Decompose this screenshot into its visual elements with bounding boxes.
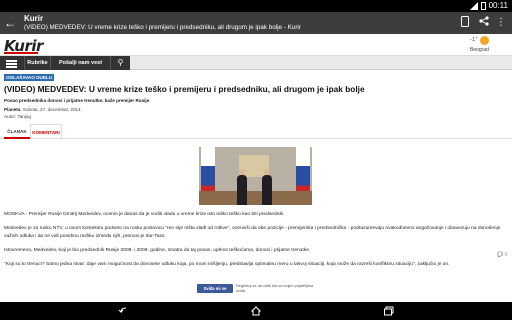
- site-header: Kurir -1° Beograd: [0, 34, 512, 56]
- article-paragraph: Medvedev je za rusku NTV, u ovom konteks…: [4, 226, 501, 239]
- article-tabs: ČLANAK KOMENTARI 💬 0: [0, 124, 512, 258]
- article-section[interactable]: Planeta: [4, 107, 20, 112]
- recent-apps-icon[interactable]: [384, 306, 394, 316]
- facebook-register-text[interactable]: Registruj se da vidiš šta se tvojim prij…: [236, 283, 316, 293]
- article-lead: Posao predsednika donosi i prijatne tren…: [4, 98, 150, 103]
- nav-item-send-news[interactable]: Pošalji nam vest: [50, 56, 110, 70]
- person: [237, 169, 247, 205]
- home-icon[interactable]: [250, 306, 262, 316]
- tab-comments[interactable]: KOMENTARI: [30, 124, 62, 139]
- status-bar: 00:11: [0, 0, 512, 12]
- facebook-like-button[interactable]: Sviđa mi se: [197, 284, 233, 293]
- app-title: Kurir: [24, 14, 44, 23]
- tab-article[interactable]: ČLANAK: [4, 124, 30, 139]
- weather-city: Beograd: [470, 47, 489, 53]
- sun-icon: [480, 36, 489, 45]
- weather-temp: -1°: [470, 37, 478, 43]
- nav-item-rubrike[interactable]: Rubrike: [24, 56, 50, 70]
- article-meta: Planeta, Subota, 27. decembar, 2014.: [4, 107, 82, 112]
- hamburger-menu-icon[interactable]: [0, 56, 24, 70]
- category-badge[interactable]: OGLAŠAVAO DUELU: [4, 74, 55, 81]
- article-headline: (VIDEO) MEDVEDEV: U vreme krize teško i …: [4, 84, 365, 94]
- back-arrow-icon[interactable]: ←: [4, 16, 18, 30]
- nav-bar: Rubrike Pošalji nam vest ⚲: [0, 56, 512, 70]
- person: [262, 169, 272, 205]
- article-paragraph: Istovremeno, Medvedev, koji je bio preds…: [4, 248, 311, 253]
- battery-icon: [481, 2, 486, 10]
- phone-icon[interactable]: [458, 16, 472, 30]
- page-title: (VIDEO) MEDVEDEV: U vreme krize teško i …: [24, 24, 301, 31]
- overflow-menu-icon[interactable]: ⋮: [494, 16, 508, 30]
- article-date: , Subota, 27. decembar, 2014.: [20, 107, 82, 112]
- system-nav-bar: [0, 302, 512, 320]
- article-photo[interactable]: [199, 147, 312, 205]
- clock: 00:11: [488, 1, 508, 10]
- floor: [199, 191, 312, 205]
- back-icon[interactable]: [118, 306, 128, 316]
- article-paragraph: MOSKVA - Premijer Rusije Dmitrij Medvede…: [4, 212, 285, 217]
- article-paragraph: "Koji su to trenuci? Samo jedna stvar: d…: [4, 262, 450, 267]
- logo-underline: [4, 52, 38, 54]
- share-icon[interactable]: [477, 16, 491, 30]
- app-bar: ← Kurir (VIDEO) MEDVEDEV: U vreme krize …: [0, 12, 512, 34]
- signal-icon: [470, 2, 478, 10]
- article-author: Autor: Tanjug: [4, 114, 31, 119]
- search-icon[interactable]: ⚲: [110, 56, 130, 70]
